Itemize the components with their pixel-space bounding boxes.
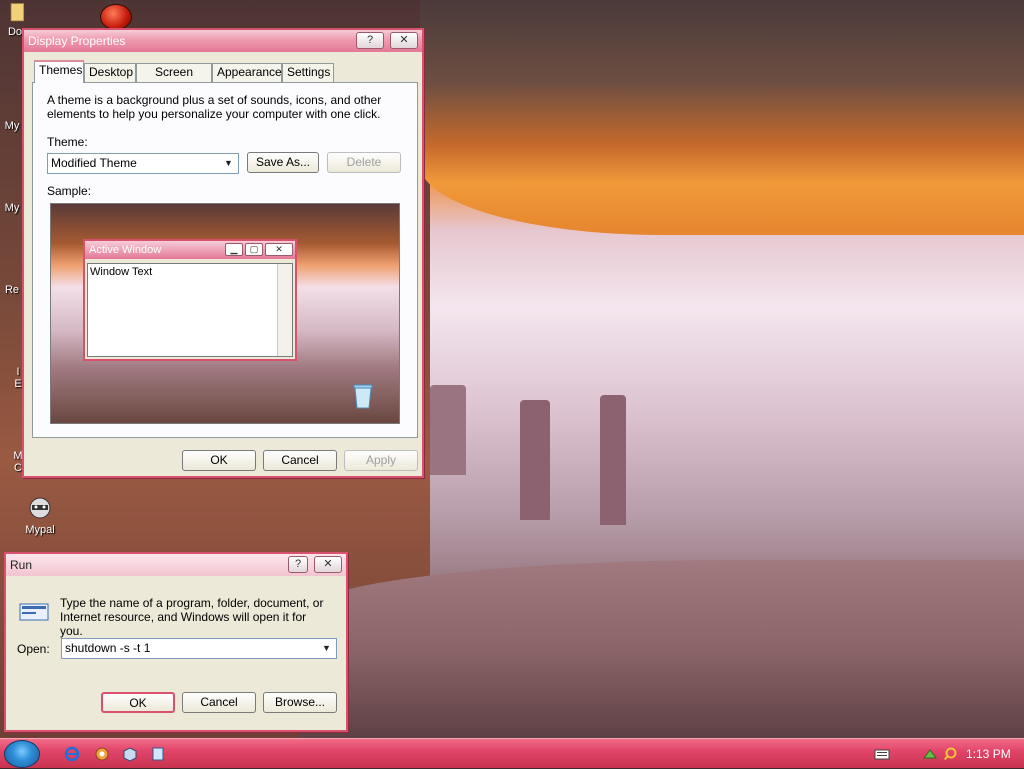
- sample-label: Sample:: [47, 184, 92, 198]
- desktop-icon-mypal[interactable]: Mypal: [10, 494, 70, 536]
- close-icon: ✕: [265, 243, 293, 256]
- desktop-icon-recycle-bin[interactable]: Re: [0, 284, 24, 296]
- mozilla-icon[interactable]: [94, 746, 110, 762]
- desktop-spire: [520, 400, 550, 520]
- sample-window-body: Window Text: [87, 263, 293, 357]
- start-button[interactable]: [4, 740, 40, 768]
- sample-titlebar: Active Window ▁ ▢ ✕: [85, 241, 295, 259]
- recycle-bin-icon: [353, 384, 373, 409]
- clock[interactable]: 1:13 PM: [966, 739, 1011, 769]
- keyboard-icon[interactable]: [874, 746, 890, 762]
- desktop-icon-my-network[interactable]: My: [0, 202, 24, 214]
- window-title: Run: [10, 558, 33, 572]
- sample-window-title: Active Window: [89, 244, 162, 256]
- desktop-spire: [430, 385, 466, 475]
- help-button[interactable]: ?: [288, 556, 308, 573]
- run-program-icon: [19, 603, 49, 621]
- tab-settings[interactable]: Settings: [282, 63, 334, 82]
- tab-screen-saver[interactable]: Screen Saver: [136, 63, 212, 96]
- box-icon[interactable]: [122, 746, 138, 762]
- desktop-icon-label: Do: [7, 26, 23, 38]
- cancel-button[interactable]: Cancel: [182, 692, 256, 713]
- close-button[interactable]: ✕: [390, 32, 418, 49]
- chevron-down-icon[interactable]: ▼: [221, 156, 236, 171]
- apply-button[interactable]: Apply: [344, 450, 418, 471]
- app-icon[interactable]: [150, 746, 166, 762]
- tab-desktop[interactable]: Desktop: [84, 63, 136, 82]
- run-titlebar[interactable]: Run ? ✕: [6, 554, 346, 576]
- desktop-icon-my-computer[interactable]: My: [0, 120, 24, 132]
- desktop-icon-label: Mypal: [25, 524, 55, 536]
- run-open-input[interactable]: shutdown -s -t 1 ▼: [61, 638, 337, 659]
- sample-scrollbar: [277, 264, 292, 356]
- desktop-icon-label: My: [4, 202, 20, 214]
- ok-button[interactable]: OK: [101, 692, 175, 713]
- display-properties-titlebar[interactable]: Display Properties ? ✕: [24, 30, 422, 52]
- desktop-icon-label: C: [14, 462, 22, 474]
- run-description: Type the name of a program, folder, docu…: [60, 596, 324, 638]
- ok-button[interactable]: OK: [182, 450, 256, 471]
- themes-panel: A theme is a background plus a set of so…: [32, 82, 418, 438]
- minimize-icon: ▁: [225, 243, 243, 256]
- network-icon[interactable]: [922, 746, 938, 762]
- internet-explorer-icon[interactable]: [64, 746, 80, 762]
- desktop-arch: [420, 0, 1024, 235]
- theme-sample-preview: Active Window ▁ ▢ ✕ Window Text: [50, 203, 400, 424]
- help-button[interactable]: ?: [356, 32, 384, 49]
- desktop-ground: [300, 560, 1024, 740]
- desktop-media-icon[interactable]: [100, 4, 132, 30]
- display-properties-window: Display Properties ? ✕ Themes Desktop Sc…: [22, 28, 424, 478]
- sample-active-window: Active Window ▁ ▢ ✕ Window Text: [83, 239, 297, 361]
- theme-description: A theme is a background plus a set of so…: [47, 93, 382, 121]
- folder-icon: [10, 3, 25, 22]
- delete-button[interactable]: Delete: [327, 152, 401, 173]
- run-open-value: shutdown -s -t 1: [65, 641, 151, 655]
- maximize-icon: ▢: [245, 243, 263, 256]
- sample-window-text: Window Text: [90, 266, 153, 278]
- cancel-button[interactable]: Cancel: [263, 450, 337, 471]
- theme-select[interactable]: Modified Theme ▼: [47, 153, 239, 174]
- tab-appearance[interactable]: Appearance: [212, 63, 282, 82]
- desktop-icon-label: I: [16, 366, 20, 378]
- desktop-spire: [600, 395, 626, 525]
- tab-themes[interactable]: Themes: [34, 60, 84, 83]
- desktop-icon-label: My: [4, 120, 20, 132]
- desktop-icon-label: E: [14, 378, 22, 390]
- theme-select-value: Modified Theme: [51, 156, 137, 170]
- search-icon[interactable]: [942, 746, 958, 762]
- open-label: Open:: [17, 642, 50, 656]
- run-dialog: Run ? ✕ Type the name of a program, fold…: [4, 552, 348, 732]
- taskbar: 1:13 PM: [0, 738, 1024, 768]
- desktop-icon-label: Re: [4, 284, 20, 296]
- theme-label: Theme:: [47, 135, 88, 149]
- raccoon-icon: [29, 497, 51, 519]
- chevron-down-icon[interactable]: ▼: [319, 641, 334, 656]
- save-as-button[interactable]: Save As...: [247, 152, 319, 173]
- close-button[interactable]: ✕: [314, 556, 342, 573]
- window-title: Display Properties: [28, 34, 126, 48]
- browse-button[interactable]: Browse...: [263, 692, 337, 713]
